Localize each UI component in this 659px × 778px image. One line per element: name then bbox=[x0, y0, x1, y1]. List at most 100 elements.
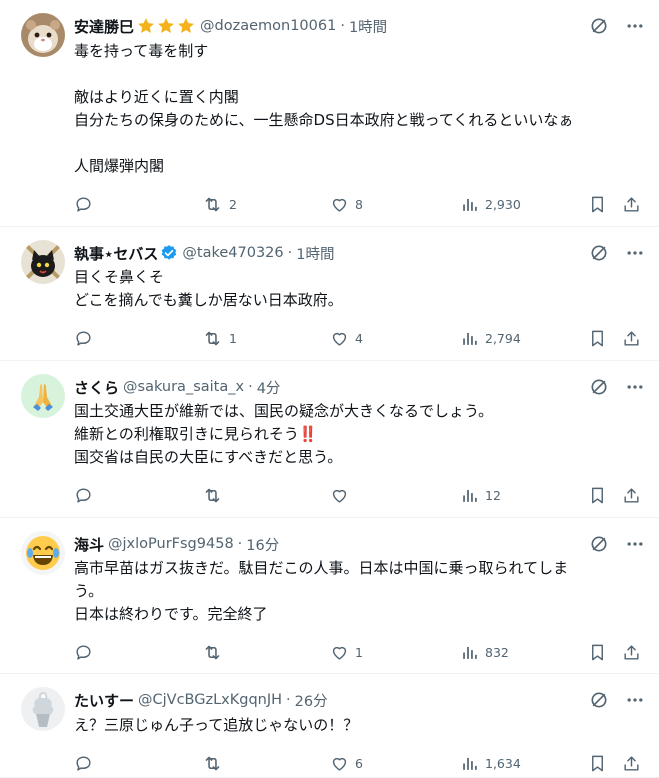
like-button[interactable]: 8 bbox=[330, 193, 363, 215]
user-handle[interactable]: @CjVcBGzLxKgqnJH bbox=[138, 692, 282, 708]
tweet-line: う。 bbox=[74, 582, 104, 600]
grok-icon[interactable] bbox=[589, 534, 609, 554]
tweet-actions: 6 1,634 bbox=[74, 752, 645, 774]
share-button[interactable] bbox=[622, 641, 641, 663]
tweet[interactable]: 執事⋆セバス @take470326 · 1時間目くそ鼻くそどこを摘んでも糞しか居ない… bbox=[0, 227, 659, 361]
share-icon bbox=[622, 329, 641, 348]
user-display-name[interactable]: たいすー bbox=[74, 690, 134, 711]
tweet-text: 国土交通大臣が維新では、国民の疑念が大きくなるでしょう。 維新との利権取引きに見ら… bbox=[74, 400, 641, 469]
header-actions bbox=[589, 15, 645, 37]
star-icon bbox=[156, 16, 176, 36]
user-handle[interactable]: @sakura_saita_x bbox=[123, 379, 244, 395]
hamster-avatar[interactable] bbox=[21, 13, 65, 57]
grok-icon[interactable] bbox=[589, 243, 609, 263]
praying-hands-avatar[interactable] bbox=[21, 374, 65, 418]
post-time[interactable]: 1時間 bbox=[349, 16, 387, 37]
bookmark-icon bbox=[588, 486, 607, 505]
tweet-header: 執事⋆セバス @take470326 · 1時間 bbox=[74, 242, 589, 264]
reply-button[interactable] bbox=[74, 641, 99, 663]
like-button[interactable] bbox=[330, 484, 355, 506]
tweet-line: 自分たちの保身のために、一生懸命DS日本政府と戦ってくれるといいなぁ bbox=[74, 111, 574, 129]
share-icon bbox=[622, 643, 641, 662]
user-handle[interactable]: @take470326 bbox=[182, 245, 283, 261]
tweet-line: 目くそ鼻くそ bbox=[74, 268, 165, 286]
grok-icon[interactable] bbox=[589, 690, 609, 710]
post-time[interactable]: 4分 bbox=[257, 377, 281, 398]
more-icon[interactable] bbox=[625, 377, 645, 397]
reply-icon bbox=[74, 329, 93, 348]
views-button[interactable]: 1,634 bbox=[460, 752, 521, 774]
laughing-emoji-avatar[interactable] bbox=[21, 531, 65, 575]
views-icon bbox=[460, 329, 479, 348]
tweet-header: 安達勝巳 @dozaemon10061 · 1時間 bbox=[74, 15, 589, 37]
retweet-icon bbox=[202, 329, 223, 348]
tweet[interactable]: たいすー @CjVcBGzLxKgqnJH · 26分え？三原じゅん子って追放じゃない… bbox=[0, 674, 659, 778]
star-icon bbox=[136, 16, 156, 36]
tweet-header: さくら @sakura_saita_x · 4分 bbox=[74, 376, 589, 398]
user-display-name[interactable]: 安達勝巳 bbox=[74, 16, 134, 37]
separator-dot: · bbox=[287, 245, 293, 261]
views-button[interactable]: 12 bbox=[460, 484, 501, 506]
user-display-name[interactable]: 海斗 bbox=[74, 534, 104, 555]
black-cat-avatar[interactable] bbox=[21, 240, 65, 284]
bookmark-button[interactable] bbox=[588, 327, 607, 349]
views-icon bbox=[460, 754, 479, 773]
grok-icon[interactable] bbox=[589, 16, 609, 36]
more-icon[interactable] bbox=[625, 16, 645, 36]
share-button[interactable] bbox=[622, 484, 641, 506]
tweet[interactable]: 安達勝巳 @dozaemon10061 · 1時間毒を持って毒を制す 敵はより近くに置く… bbox=[0, 0, 659, 227]
tweet-line: 人間爆弾内閣 bbox=[74, 157, 165, 175]
reply-feed: 安達勝巳 @dozaemon10061 · 1時間 毒を持って毒を制す 敵はより近くに置く… bbox=[0, 0, 659, 778]
views-button[interactable]: 2,930 bbox=[460, 193, 521, 215]
like-icon bbox=[330, 643, 349, 662]
more-icon[interactable] bbox=[625, 690, 645, 710]
like-button[interactable]: 6 bbox=[330, 752, 363, 774]
tweet-text: 目くそ鼻くそどこを摘んでも糞しか居ない日本政府。 bbox=[74, 266, 641, 312]
views-count: 832 bbox=[485, 644, 509, 660]
soft-serve-avatar[interactable] bbox=[21, 687, 65, 731]
like-button[interactable]: 4 bbox=[330, 327, 363, 349]
share-button[interactable] bbox=[622, 752, 641, 774]
tweet[interactable]: 海斗 @jxloPurFsg9458 · 16分 高市早苗はガス抜きだ。駄目だこの人事。… bbox=[0, 518, 659, 674]
tweet[interactable]: さくら @sakura_saita_x · 4分 国土交通大臣が維新では、国民の疑念が大… bbox=[0, 361, 659, 518]
tweet-text: 毒を持って毒を制す 敵はより近くに置く内閣 自分たちの保身のために、一生懸命DS日本… bbox=[74, 40, 641, 178]
retweet-button[interactable] bbox=[202, 484, 229, 506]
bookmark-button[interactable] bbox=[588, 193, 607, 215]
post-time[interactable]: 1時間 bbox=[296, 243, 334, 264]
reply-button[interactable] bbox=[74, 327, 99, 349]
bookmark-icon bbox=[588, 643, 607, 662]
reply-button[interactable] bbox=[74, 193, 99, 215]
views-button[interactable]: 832 bbox=[460, 641, 509, 663]
like-button[interactable]: 1 bbox=[330, 641, 363, 663]
retweet-button[interactable]: 2 bbox=[202, 193, 237, 215]
user-display-name[interactable]: さくら bbox=[74, 377, 119, 398]
views-icon bbox=[460, 643, 479, 662]
share-button[interactable] bbox=[622, 193, 641, 215]
retweet-button[interactable] bbox=[202, 752, 229, 774]
retweet-button[interactable] bbox=[202, 641, 229, 663]
retweet-button[interactable]: 1 bbox=[202, 327, 237, 349]
more-icon[interactable] bbox=[625, 534, 645, 554]
user-handle[interactable]: @dozaemon10061 bbox=[200, 18, 336, 34]
like-icon bbox=[330, 195, 349, 214]
user-handle[interactable]: @jxloPurFsg9458 bbox=[108, 536, 234, 552]
more-icon[interactable] bbox=[625, 243, 645, 263]
like-icon bbox=[330, 329, 349, 348]
tweet-line: どこを摘んでも糞しか居ない日本政府。 bbox=[74, 291, 343, 309]
bookmark-button[interactable] bbox=[588, 641, 607, 663]
reply-button[interactable] bbox=[74, 752, 99, 774]
separator-dot: · bbox=[286, 692, 291, 708]
tweet-text: え？三原じゅん子って追放じゃないの！？ bbox=[74, 714, 641, 737]
user-display-name[interactable]: 執事⋆セバス bbox=[74, 243, 158, 264]
separator-dot: · bbox=[340, 18, 345, 34]
reply-button[interactable] bbox=[74, 484, 99, 506]
share-button[interactable] bbox=[622, 327, 641, 349]
grok-icon[interactable] bbox=[589, 377, 609, 397]
bookmark-button[interactable] bbox=[588, 752, 607, 774]
views-button[interactable]: 2,794 bbox=[460, 327, 521, 349]
post-time[interactable]: 26分 bbox=[295, 690, 328, 711]
bookmark-button[interactable] bbox=[588, 484, 607, 506]
post-time[interactable]: 16分 bbox=[246, 534, 279, 555]
views-icon bbox=[460, 486, 479, 505]
